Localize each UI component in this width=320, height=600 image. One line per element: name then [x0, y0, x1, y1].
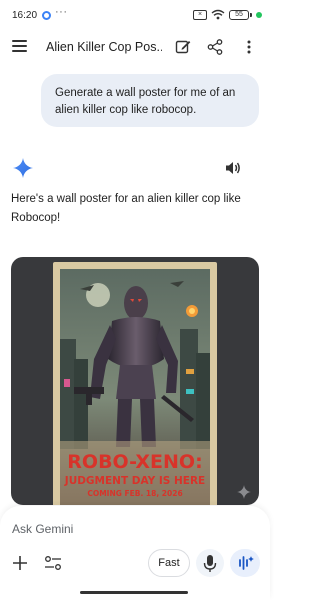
no-sim-icon: ×: [193, 9, 207, 20]
status-bar: 16:20 ··· × 55: [0, 0, 270, 34]
poster-illustration: ROBO-XENO: JUDGMENT DAY IS HERE COMING F…: [60, 269, 210, 505]
live-icon: [239, 556, 254, 570]
menu-icon[interactable]: [12, 40, 27, 54]
share-icon[interactable]: [206, 38, 224, 56]
mic-icon: [203, 555, 217, 572]
ai-sparkle-icon: [237, 485, 251, 499]
edit-icon[interactable]: [174, 38, 192, 56]
poster: ROBO-XENO: JUDGMENT DAY IS HERE COMING F…: [53, 262, 217, 505]
poster-title: ROBO-XENO:: [67, 451, 202, 473]
status-icons: × 55: [193, 9, 262, 20]
home-indicator: [80, 591, 188, 594]
battery-icon: 55: [229, 9, 249, 20]
model-picker-button[interactable]: Fast: [148, 549, 190, 577]
battery-tip: [250, 12, 252, 17]
charging-dot: [256, 11, 262, 18]
poster-subtitle: JUDGMENT DAY IS HERE: [64, 475, 205, 487]
chat-title[interactable]: Alien Killer Cop Pos...: [46, 40, 162, 54]
more-vert-icon[interactable]: [240, 38, 258, 56]
app-header: Alien Killer Cop Pos...: [0, 34, 270, 62]
status-time: 16:20: [12, 10, 38, 21]
poster-artwork: ROBO-XENO: JUDGMENT DAY IS HERE COMING F…: [60, 269, 210, 505]
notification-icon: [42, 11, 51, 20]
generated-image-card[interactable]: ROBO-XENO: JUDGMENT DAY IS HERE COMING F…: [11, 257, 259, 505]
mic-button[interactable]: [196, 549, 224, 577]
live-button[interactable]: [230, 549, 260, 577]
poster-date: COMING FEB. 18, 2026: [87, 489, 182, 498]
plus-icon[interactable]: [12, 555, 28, 571]
user-message-text: Generate a wall poster for me of an alie…: [55, 87, 236, 116]
wifi-icon: [211, 9, 225, 20]
input-panel: Ask Gemini Fast: [0, 506, 270, 600]
gemini-sparkle-icon: [13, 158, 33, 178]
speaker-icon[interactable]: [224, 160, 242, 176]
tools-icon[interactable]: [44, 555, 62, 571]
user-message-bubble[interactable]: Generate a wall poster for me of an alie…: [41, 74, 259, 127]
status-more-indicator: ···: [55, 6, 68, 18]
ask-gemini-input[interactable]: Ask Gemini: [12, 522, 73, 536]
response-text: Here's a wall poster for an alien killer…: [11, 193, 241, 224]
